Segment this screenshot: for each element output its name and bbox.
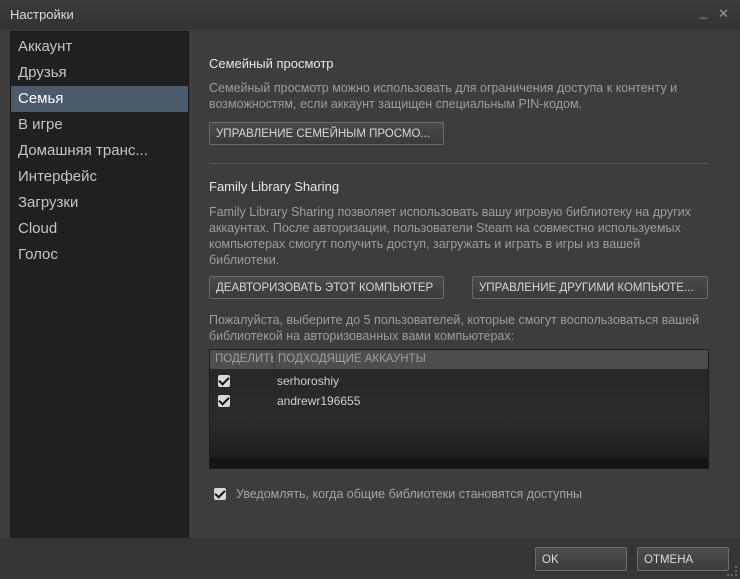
sidebar-item-in-game[interactable]: В игре <box>11 112 188 138</box>
account-name: andrewr196655 <box>277 394 361 408</box>
ok-button[interactable]: OK <box>535 547 627 571</box>
deauthorize-computer-button[interactable]: ДЕАВТОРИЗОВАТЬ ЭТОТ КОМПЬЮТЕР <box>209 276 444 299</box>
table-row: serhoroshiy <box>210 371 708 391</box>
table-scroll-area <box>210 458 708 468</box>
sidebar-item-downloads[interactable]: Загрузки <box>11 190 188 216</box>
cancel-button[interactable]: ОТМЕНА <box>637 547 729 571</box>
sidebar-item-friends[interactable]: Друзья <box>11 60 188 86</box>
minimize-icon[interactable]: _ <box>700 4 707 19</box>
select-users-hint: Пожалуйста, выберите до 5 пользователей,… <box>209 313 700 343</box>
sidebar-item-cloud[interactable]: Cloud <box>11 216 188 242</box>
library-sharing-description: Family Library Sharing позволяет использ… <box>209 205 691 267</box>
share-checkbox[interactable] <box>218 375 230 387</box>
family-view-description: Семейный просмотр можно использовать для… <box>209 81 678 111</box>
column-accounts[interactable]: ПОДХОДЯЩИЕ АККАУНТЫ <box>278 353 426 365</box>
sidebar-item-account[interactable]: Аккаунт <box>11 34 188 60</box>
section-divider <box>209 163 709 164</box>
sidebar-item-interface[interactable]: Интерфейс <box>11 164 188 190</box>
sidebar-item-family[interactable]: Семья <box>11 86 188 112</box>
family-view-title: Семейный просмотр <box>209 56 334 71</box>
resize-grip[interactable] <box>727 566 737 576</box>
sidebar-item-voice[interactable]: Голос <box>11 242 188 268</box>
notify-checkbox[interactable] <box>214 488 226 500</box>
dialog-footer <box>0 538 740 579</box>
window-title: Настройки <box>10 7 74 22</box>
notify-label: Уведомлять, когда общие библиотеки стано… <box>236 487 582 501</box>
table-header: ПОДЕЛИТЬСЯ ПОДХОДЯЩИЕ АККАУНТЫ <box>210 350 708 369</box>
share-checkbox[interactable] <box>218 395 230 407</box>
column-share[interactable]: ПОДЕЛИТЬСЯ <box>215 353 275 365</box>
sidebar-item-home-streaming[interactable]: Домашняя транс... <box>11 138 188 164</box>
manage-family-view-button[interactable]: УПРАВЛЕНИЕ СЕМЕЙНЫМ ПРОСМО... <box>209 122 444 145</box>
sidebar: Аккаунт Друзья Семья В игре Домашняя тра… <box>10 31 189 539</box>
accounts-table: ПОДЕЛИТЬСЯ ПОДХОДЯЩИЕ АККАУНТЫ serhorosh… <box>209 349 709 469</box>
account-name: serhoroshiy <box>277 374 340 388</box>
close-icon[interactable]: ✕ <box>718 6 729 22</box>
manage-other-computers-button[interactable]: УПРАВЛЕНИЕ ДРУГИМИ КОМПЬЮТЕ... <box>472 276 708 299</box>
library-sharing-title: Family Library Sharing <box>209 179 340 194</box>
column-separator[interactable] <box>274 350 275 369</box>
table-row: andrewr196655 <box>210 391 708 411</box>
title-bar: Настройки _ ✕ <box>0 0 740 30</box>
